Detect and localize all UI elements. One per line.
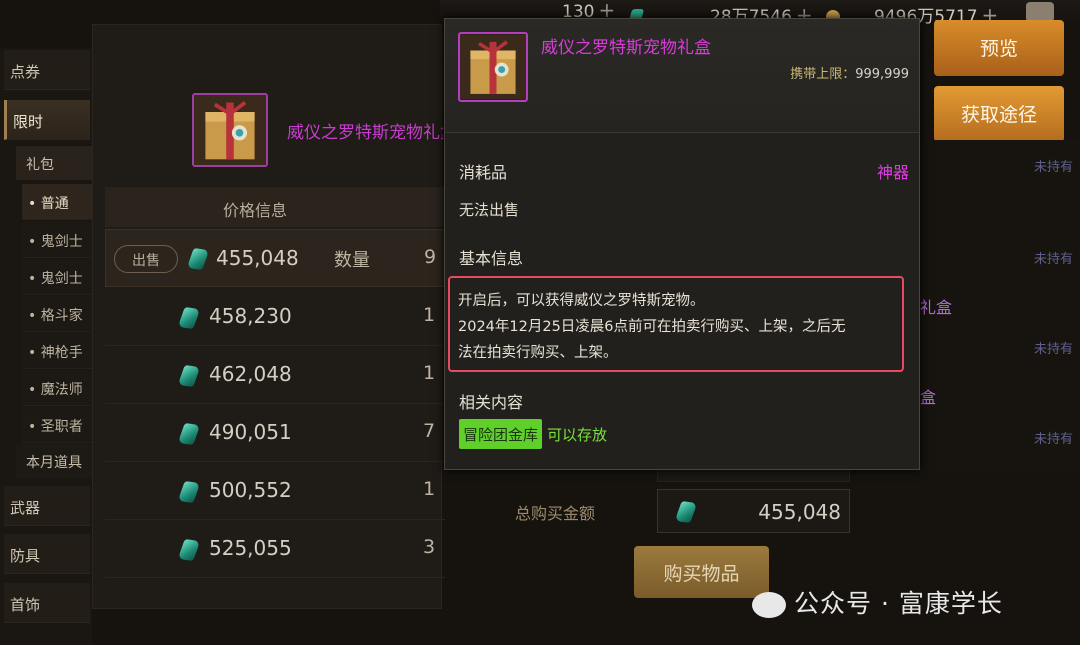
no-sell-label: 无法出售 [459,201,520,219]
row-price: 462,048 [209,362,292,386]
row-qty: 1 [423,478,436,500]
filter-priest[interactable]: • 圣职者 [22,407,92,443]
related-heading: 相关内容 [459,393,524,412]
category-accessory[interactable]: 首饰 [4,583,90,623]
listing-row[interactable]: 500,552 1 [105,462,445,520]
gift-name-fragment: 盒 [920,388,937,407]
desc-line: 法在拍卖行购买、上架。 [458,345,618,361]
account-vault-tag: 冒险团金库 [459,419,543,449]
qty-label: 数量 [334,250,370,271]
preview-button[interactable]: 预览 [934,20,1064,76]
crystal-icon [177,306,201,330]
filter-slayer[interactable]: • 鬼剑士 [22,222,92,258]
total-amount-value: 455,048 [758,500,841,524]
category-cash[interactable]: 点券 [4,50,90,90]
subcategory-pack[interactable]: 礼包 [16,146,92,180]
watermark: 公众号 · 富康学长 [752,584,1003,620]
item-thumbnail [192,93,268,167]
not-owned-label: 未持有 [1034,160,1074,175]
row-price: 455,048 [216,246,299,270]
tooltip-thumbnail [458,32,528,102]
row-price: 490,051 [209,420,292,444]
row-price: 525,055 [209,536,292,560]
filter-normal[interactable]: • 普通 [22,184,92,220]
category-weapon[interactable]: 武器 [4,486,90,526]
row-qty: 1 [423,304,436,326]
item-tooltip: 威仪之罗特斯宠物礼盒 携带上限：999,999 消耗品 神器 无法出售 基本信息… [444,18,920,470]
crystal-icon [177,538,201,562]
total-amount-box: 455,048 [657,489,850,533]
carry-limit-value: 999,999 [855,67,909,82]
total-amount-label: 总购买金额 [515,504,596,523]
listing-row[interactable]: 458,230 1 [105,288,445,346]
row-qty: 7 [423,420,436,442]
price-header: 价格信息 [105,187,445,227]
listing-row[interactable]: 462,048 1 [105,346,445,404]
buy-button[interactable]: 购买物品 [634,546,769,598]
crystal-icon [177,422,201,446]
category-armor[interactable]: 防具 [4,534,90,574]
tooltip-header: 威仪之罗特斯宠物礼盒 携带上限：999,999 [445,19,919,133]
row-qty: 9 [424,246,437,268]
item-rarity: 神器 [876,163,909,182]
row-price: 500,552 [209,478,292,502]
desc-line: 开启后，可以获得威仪之罗特斯宠物。 [458,293,705,309]
category-limited[interactable]: 限时 [4,100,90,140]
item-type: 消耗品 [459,163,508,182]
listing-item-name: 威仪之罗特斯宠物礼盒 [287,123,443,143]
row-price: 458,230 [209,304,292,328]
carry-limit-label: 携带上限： [790,67,856,82]
listing-row[interactable]: 490,051 7 [105,404,445,462]
basic-info-heading: 基本信息 [459,249,524,268]
sell-button[interactable]: 出售 [114,245,178,273]
carry-limit: 携带上限：999,999 [790,63,909,82]
filter-mage[interactable]: • 魔法师 [22,370,92,406]
gift-box-icon [460,34,526,100]
gift-name-fragment: 礼盒 [920,298,953,317]
filter-gunner[interactable]: • 神枪手 [22,333,92,369]
item-description: 开启后，可以获得威仪之罗特斯宠物。 2024年12月25日凌晨6点前可在拍卖行购… [448,276,904,372]
storable-label: 可以存放 [547,426,608,444]
filter-slayer-f[interactable]: • 鬼剑士 [22,259,92,295]
crystal-icon [186,247,210,271]
listing-row[interactable]: 525,055 3 [105,520,445,578]
category-sidebar: 点券 限时 礼包 • 普通 • 鬼剑士 • 鬼剑士 • 格斗家 • 神枪手 • … [0,48,92,645]
not-owned-label: 未持有 [1034,252,1074,267]
desc-line: 2024年12月25日凌晨6点前可在拍卖行购买、上架，之后无 [458,319,846,335]
filter-fighter[interactable]: • 格斗家 [22,296,92,332]
watermark-text: 公众号 · 富康学长 [794,589,1003,618]
crystal-icon [177,480,201,504]
gift-box-icon [194,95,266,165]
row-qty: 1 [423,362,436,384]
not-owned-label: 未持有 [1034,342,1074,357]
row-qty: 3 [423,536,436,558]
wechat-icon [752,592,786,618]
tooltip-item-name: 威仪之罗特斯宠物礼盒 [541,38,711,58]
acquire-source-button[interactable]: 获取途径 [934,86,1064,142]
listing-row[interactable]: 出售 455,048 数量 9 [105,229,445,287]
mailbox-icon[interactable] [1026,2,1054,22]
crystal-icon [177,364,201,388]
subcategory-monthly[interactable]: 本月道具 [16,444,92,478]
not-owned-label: 未持有 [1034,432,1074,447]
crystal-icon [674,500,698,524]
